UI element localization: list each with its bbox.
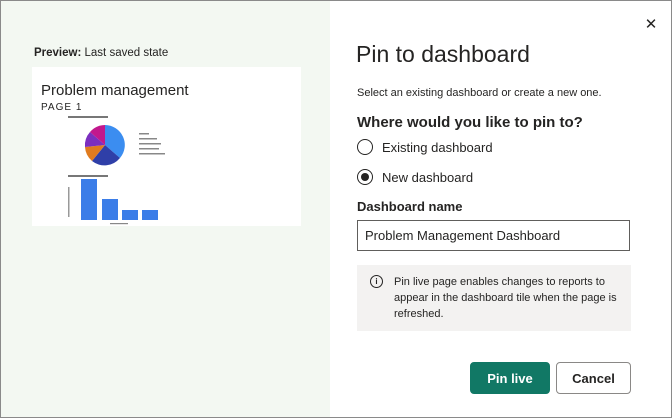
radio-button-existing[interactable] [357,139,373,155]
thumbnail-bar-chart [68,179,158,225]
preview-label-bold: Preview: [34,47,82,59]
pin-location-question: Where would you like to pin to? [357,114,583,131]
info-box: i Pin live page enables changes to repor… [357,265,631,331]
pin-live-button[interactable]: Pin live [470,362,550,394]
bar [102,199,118,220]
pie-chart-title-placeholder [68,116,108,118]
bar [81,179,97,220]
dashboard-name-label: Dashboard name [357,199,463,214]
bar [122,210,138,220]
bar-chart-title-placeholder [68,175,108,177]
close-icon[interactable]: ✕ [641,15,661,35]
report-thumbnail: Problem management PAGE 1 [32,67,301,226]
dialog-subtitle: Select an existing dashboard or create a… [357,87,602,99]
dashboard-name-input[interactable] [357,220,630,251]
preview-panel: Preview: Last saved state Problem manage… [1,1,330,417]
radio-existing-dashboard[interactable]: Existing dashboard [357,139,493,155]
pie-legend [139,133,165,155]
preview-label: Preview: Last saved state [34,47,168,59]
pin-to-dashboard-dialog: Preview: Last saved state Problem manage… [0,0,672,418]
radio-new-dashboard[interactable]: New dashboard [357,169,473,185]
info-icon: i [370,275,383,288]
radio-button-new[interactable] [357,169,373,185]
thumbnail-pie-chart [84,125,125,166]
info-text: Pin live page enables changes to reports… [394,276,617,320]
bar [142,210,158,220]
thumbnail-visuals [68,116,165,225]
radio-label-new: New dashboard [382,169,474,185]
cancel-button[interactable]: Cancel [556,362,631,394]
dialog-title: Pin to dashboard [356,41,530,67]
preview-label-text: Last saved state [84,47,169,59]
radio-label-existing: Existing dashboard [382,139,493,155]
